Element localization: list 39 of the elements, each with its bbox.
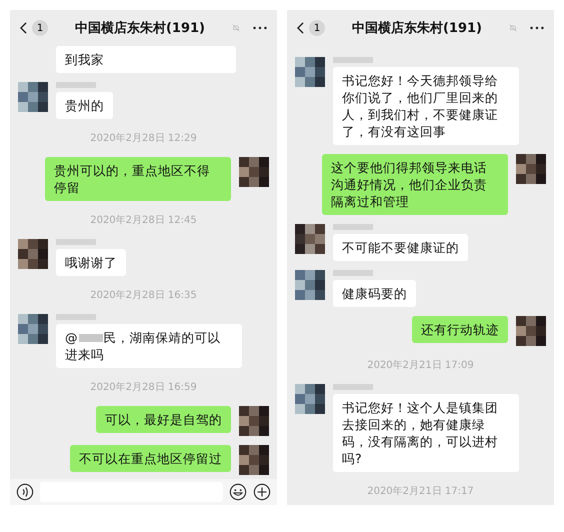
blurred-name-bar xyxy=(56,239,96,245)
message-bubble: 书记您好！今天德邦领导给你们说了，他们厂里回来的人，到我们村，不要健康证了，有没有这回事 xyxy=(333,67,519,145)
chat-title: 中国横店东朱村(191) xyxy=(74,20,206,37)
chat-title: 中国横店东朱村(191) xyxy=(350,20,484,37)
message-bubble: 到我家 xyxy=(56,46,236,73)
timestamp: 2020年2月28日 16:35 xyxy=(89,289,198,303)
unread-badge: 1 xyxy=(309,20,325,36)
timestamp: 2020年2月21日 17:17 xyxy=(366,485,475,499)
unread-badge: 1 xyxy=(32,20,48,36)
blurred-name-bar xyxy=(333,384,373,390)
more-icon[interactable] xyxy=(530,26,544,30)
emoji-icon[interactable] xyxy=(229,483,247,501)
plus-icon[interactable] xyxy=(253,483,271,501)
message-bubble: 哦谢谢了 xyxy=(56,249,126,276)
timestamp: 2020年2月28日 12:29 xyxy=(89,132,198,146)
back-icon[interactable] xyxy=(20,22,27,34)
mute-icon xyxy=(232,24,240,32)
message-bubble: 不可能不要健康证的 xyxy=(333,234,468,261)
message-bubble: 贵州的 xyxy=(56,92,113,119)
message-bubble: 贵州可以的，重点地区不得停留 xyxy=(45,157,231,201)
message-bubble: 还有行动轨迹 xyxy=(412,316,508,343)
message-bubble: 健康码要的 xyxy=(333,280,416,307)
message-bubble: 可以，最好是自驾的 xyxy=(96,406,231,433)
blurred-name-bar xyxy=(333,224,373,230)
timestamp: 2020年2月28日 12:45 xyxy=(89,214,198,228)
mute-icon xyxy=(509,24,517,32)
blurred-name-bar xyxy=(333,57,373,63)
timestamp: 2020年2月21日 17:09 xyxy=(366,359,475,373)
voice-icon[interactable] xyxy=(16,483,34,501)
blurred-name-bar xyxy=(56,82,96,88)
message-bubble: 这个要他们得邦领导来电话沟通好情况，他们企业负责隔离过和管理 xyxy=(322,154,508,215)
back-icon[interactable] xyxy=(297,22,304,34)
blurred-name-bar xyxy=(333,270,373,276)
message-bubble: 书记您好！这个人是镇集团去接回来的，她有健康绿码，没有隔离的，可以进村吗? xyxy=(333,394,519,472)
blurred-name-bar xyxy=(56,314,96,320)
timestamp: 2020年2月28日 16:59 xyxy=(89,381,198,395)
more-icon[interactable] xyxy=(253,26,267,30)
message-bubble: 不可以在重点地区停留过 xyxy=(70,445,231,472)
message-text: @ 民，湖南保靖的可以进来吗 xyxy=(65,329,222,363)
